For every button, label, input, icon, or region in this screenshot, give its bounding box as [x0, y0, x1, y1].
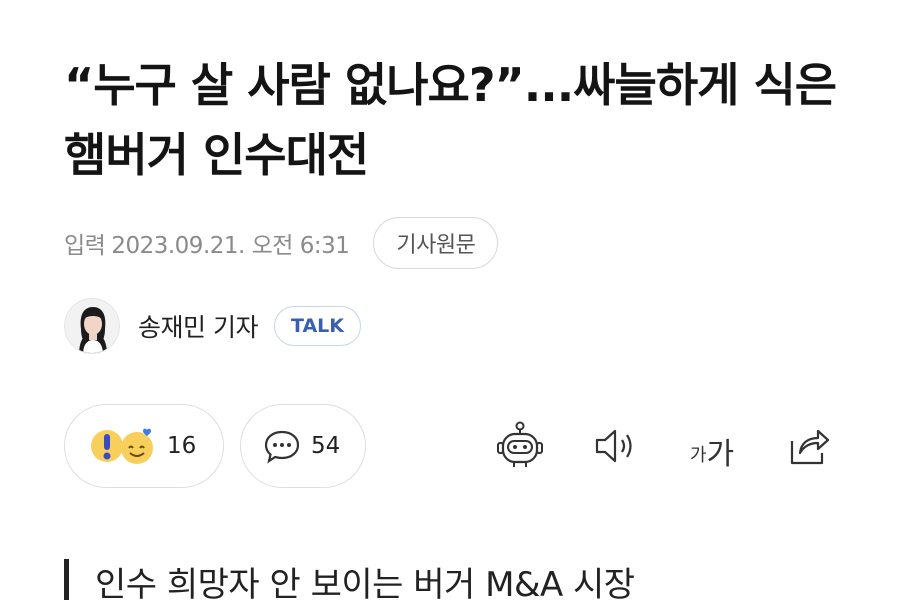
reporter-name[interactable]: 송재민 기자: [138, 308, 258, 344]
article-actions: 16 54 가 가: [64, 404, 844, 488]
font-size-large-label: 가: [706, 437, 735, 472]
article-subheading: 인수 희망자 안 보이는 버거 M&A 시장: [64, 556, 635, 600]
subheading-bar: [64, 559, 69, 600]
published-date: 2023.09.21. 오전 6:31: [111, 233, 350, 259]
published-label: 입력: [64, 233, 106, 259]
speaker-icon: [595, 429, 632, 463]
font-size-button[interactable]: 가 가: [686, 420, 738, 472]
article-page: “누구 살 사람 없나요?”...싸늘하게 식은 햄버거 인수대전 입력 202…: [0, 0, 900, 600]
smiling-heart-emoji-icon: [121, 428, 153, 464]
article-headline: “누구 살 사람 없나요?”...싸늘하게 식은 햄버거 인수대전: [64, 58, 837, 182]
comment-button[interactable]: 54: [240, 404, 366, 488]
speech-bubble-icon: [264, 430, 300, 464]
robot-icon: [497, 421, 543, 467]
reaction-count: 16: [167, 433, 197, 459]
summary-button[interactable]: [494, 420, 546, 472]
original-article-button[interactable]: 기사원문: [373, 217, 499, 269]
reaction-emojis: [89, 426, 157, 466]
font-size-small-label: 가: [689, 445, 707, 466]
share-button[interactable]: [782, 420, 834, 472]
talk-button[interactable]: TALK: [273, 306, 361, 346]
subheading-text: 인수 희망자 안 보이는 버거 M&A 시장: [95, 564, 635, 600]
share-icon: [790, 429, 830, 465]
article-tools: 가 가: [450, 404, 834, 488]
article-meta: 입력 2023.09.21. 오전 6:31 기사원문: [64, 216, 499, 270]
reporter-info: 송재민 기자 TALK: [64, 296, 361, 356]
audio-button[interactable]: [590, 420, 642, 472]
reporter-avatar[interactable]: [64, 298, 120, 354]
comment-count: 54: [311, 433, 341, 459]
reaction-button[interactable]: 16: [64, 404, 224, 488]
